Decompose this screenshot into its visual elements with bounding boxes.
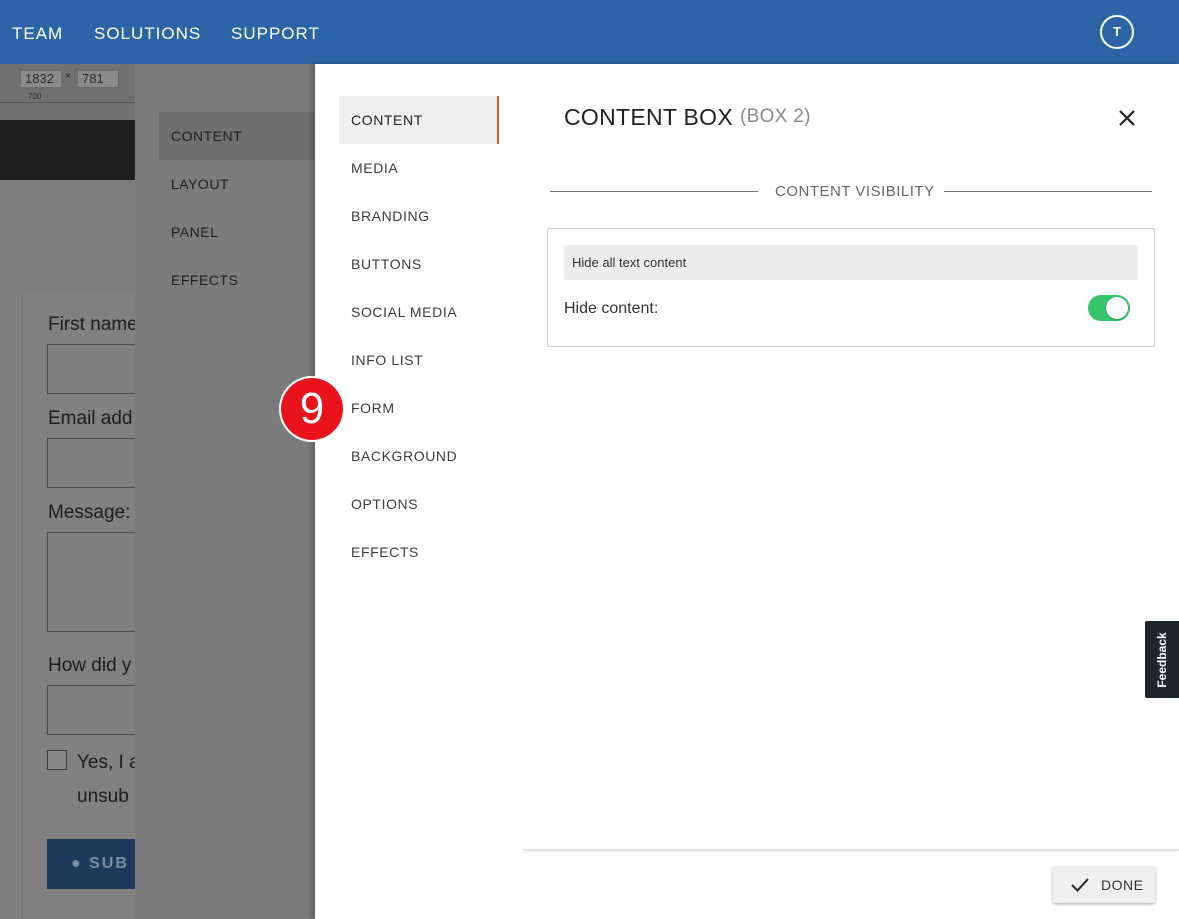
- panel-tab-content[interactable]: CONTENT: [339, 96, 499, 144]
- panel-tab-effects[interactable]: EFFECTS: [339, 528, 499, 576]
- section-title: CONTENT VISIBILITY: [775, 183, 935, 200]
- check-circle-icon: ●: [71, 855, 90, 872]
- outer-tab-panel: PANEL: [171, 224, 219, 240]
- outer-tab-content: CONTENT: [159, 112, 315, 160]
- form-label-message: Message:: [48, 502, 131, 523]
- top-bar: TEAM SOLUTIONS SUPPORT T: [0, 0, 1179, 64]
- outer-tab-layout: LAYOUT: [171, 176, 229, 192]
- panel-tab-social-media[interactable]: SOCIAL MEDIA: [339, 288, 499, 336]
- panel-tab-form[interactable]: FORM: [339, 384, 499, 432]
- form-label-email: Email add: [48, 408, 133, 429]
- consent-checkbox: [47, 750, 67, 770]
- consent-text-line1: Yes, I a: [77, 752, 140, 773]
- consent-text-line2: unsub: [77, 786, 129, 807]
- form-label-how-did: How did y: [48, 655, 132, 676]
- form-label-first-name: First name: [48, 314, 138, 335]
- hide-content-label: Hide content:: [564, 300, 659, 317]
- width-field: 1832: [20, 70, 62, 88]
- panel-tab-media[interactable]: MEDIA: [339, 144, 499, 192]
- panel-tab-background[interactable]: BACKGROUND: [339, 432, 499, 480]
- nav-support[interactable]: SUPPORT: [231, 24, 320, 44]
- panel-title: CONTENT BOX: [564, 104, 734, 130]
- settings-panel: CONTENT MEDIA BRANDING BUTTONS SOCIAL ME…: [315, 64, 1179, 919]
- footer-divider: [523, 849, 1179, 851]
- section-divider-right: [944, 191, 1152, 192]
- check-icon: [1071, 878, 1089, 892]
- nav-solutions[interactable]: SOLUTIONS: [94, 24, 201, 44]
- done-label: DONE: [1101, 877, 1144, 893]
- submit-label: SUB: [89, 855, 129, 872]
- done-button[interactable]: DONE: [1053, 867, 1155, 903]
- height-field: 781: [77, 70, 119, 88]
- visibility-card: Hide all text content Hide content:: [547, 228, 1155, 347]
- hide-content-toggle[interactable]: [1088, 295, 1130, 321]
- feedback-tab[interactable]: Feedback: [1145, 621, 1179, 698]
- step-number-badge: 9: [281, 378, 343, 440]
- times-sign: ×: [65, 71, 71, 82]
- outer-sidebar: CONTENT LAYOUT PANEL EFFECTS: [135, 64, 315, 919]
- ruler-tick-label: 700: [28, 92, 42, 101]
- panel-tab-branding[interactable]: BRANDING: [339, 192, 499, 240]
- section-divider-left: [550, 191, 758, 192]
- panel-subtitle: (BOX 2): [740, 106, 811, 127]
- nav-team[interactable]: TEAM: [12, 24, 63, 44]
- panel-tab-options[interactable]: OPTIONS: [339, 480, 499, 528]
- feedback-label: Feedback: [1155, 631, 1169, 688]
- toggle-knob: [1106, 297, 1128, 319]
- panel-tab-info-list[interactable]: INFO LIST: [339, 336, 499, 384]
- user-avatar[interactable]: T: [1100, 15, 1134, 49]
- panel-tab-buttons[interactable]: BUTTONS: [339, 240, 499, 288]
- visibility-hint: Hide all text content: [564, 245, 1138, 280]
- outer-tab-effects: EFFECTS: [171, 272, 239, 288]
- close-icon[interactable]: [1115, 106, 1139, 130]
